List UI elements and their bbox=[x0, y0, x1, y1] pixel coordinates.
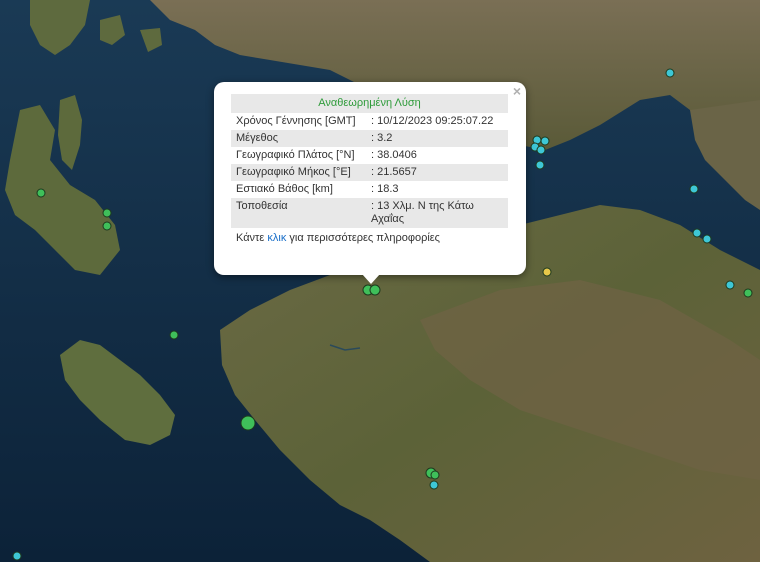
earthquake-marker-cyan[interactable] bbox=[702, 234, 712, 244]
earthquake-marker-cyan[interactable] bbox=[692, 228, 702, 238]
more-info-link[interactable]: κλικ bbox=[267, 232, 286, 244]
table-row: Εστιακό Βάθος [km] : 18.3 bbox=[231, 181, 508, 198]
table-row: Γεωγραφικό Πλάτος [°N] : 38.0406 bbox=[231, 147, 508, 164]
earthquake-marker-green[interactable] bbox=[430, 470, 440, 480]
earthquake-marker-cyan[interactable] bbox=[536, 145, 546, 155]
popup-tip bbox=[362, 274, 380, 284]
more-info-suffix: για περισσότερες πληροφορίες bbox=[286, 232, 440, 244]
earthquake-marker-cyan[interactable] bbox=[540, 136, 550, 146]
table-row: Μέγεθος : 3.2 bbox=[231, 130, 508, 147]
row-value-origin-time: : 10/12/2023 09:25:07.22 bbox=[371, 115, 494, 127]
table-row: Χρόνος Γέννησης [GMT] : 10/12/2023 09:25… bbox=[231, 113, 508, 130]
info-table: Χρόνος Γέννησης [GMT] : 10/12/2023 09:25… bbox=[231, 113, 508, 228]
earthquake-marker-cyan[interactable] bbox=[429, 480, 439, 490]
earthquake-marker-cyan[interactable] bbox=[725, 280, 735, 290]
earthquake-marker-cyan[interactable] bbox=[535, 160, 545, 170]
row-value-magnitude: : 3.2 bbox=[366, 130, 508, 147]
row-value-location: : 13 Χλμ. Ν της Κάτω Αχαΐας bbox=[366, 198, 508, 228]
earthquake-marker-green[interactable] bbox=[369, 284, 381, 296]
popup-title: Αναθεωρημένη Λύση bbox=[231, 94, 508, 113]
more-info-line: Κάντε κλικ για περισσότερες πληροφορίες bbox=[231, 228, 508, 244]
table-row: Τοποθεσία : 13 Χλμ. Ν της Κάτω Αχαΐας bbox=[231, 198, 508, 228]
table-row: Γεωγραφικό Μήκος [°E] : 21.5657 bbox=[231, 164, 508, 181]
row-label-latitude: Γεωγραφικό Πλάτος [°N] bbox=[236, 149, 355, 161]
earthquake-marker-yellow[interactable] bbox=[542, 267, 552, 277]
close-icon[interactable]: × bbox=[513, 84, 521, 98]
row-value-latitude: : 38.0406 bbox=[371, 149, 417, 161]
earthquake-marker-green[interactable] bbox=[102, 221, 112, 231]
earthquake-popup: × Αναθεωρημένη Λύση Χρόνος Γέννησης [GMT… bbox=[214, 82, 526, 284]
earthquake-marker-green[interactable] bbox=[240, 415, 256, 431]
earthquake-marker-green[interactable] bbox=[102, 208, 112, 218]
row-value-depth: : 18.3 bbox=[371, 183, 399, 195]
earthquake-marker-green[interactable] bbox=[169, 330, 179, 340]
row-label-magnitude: Μέγεθος bbox=[231, 130, 366, 147]
earthquake-marker-cyan[interactable] bbox=[665, 68, 675, 78]
earthquake-marker-cyan[interactable] bbox=[12, 551, 22, 561]
row-label-origin-time: Χρόνος Γέννησης [GMT] bbox=[236, 115, 356, 127]
row-label-longitude: Γεωγραφικό Μήκος [°E] bbox=[231, 164, 366, 181]
earthquake-marker-cyan[interactable] bbox=[689, 184, 699, 194]
row-value-longitude: : 21.5657 bbox=[366, 164, 508, 181]
row-label-depth: Εστιακό Βάθος [km] bbox=[236, 183, 333, 195]
earthquake-marker-green[interactable] bbox=[36, 188, 46, 198]
earthquake-marker-green[interactable] bbox=[743, 288, 753, 298]
more-info-prefix: Κάντε bbox=[236, 232, 268, 244]
row-label-location: Τοποθεσία bbox=[231, 198, 366, 228]
